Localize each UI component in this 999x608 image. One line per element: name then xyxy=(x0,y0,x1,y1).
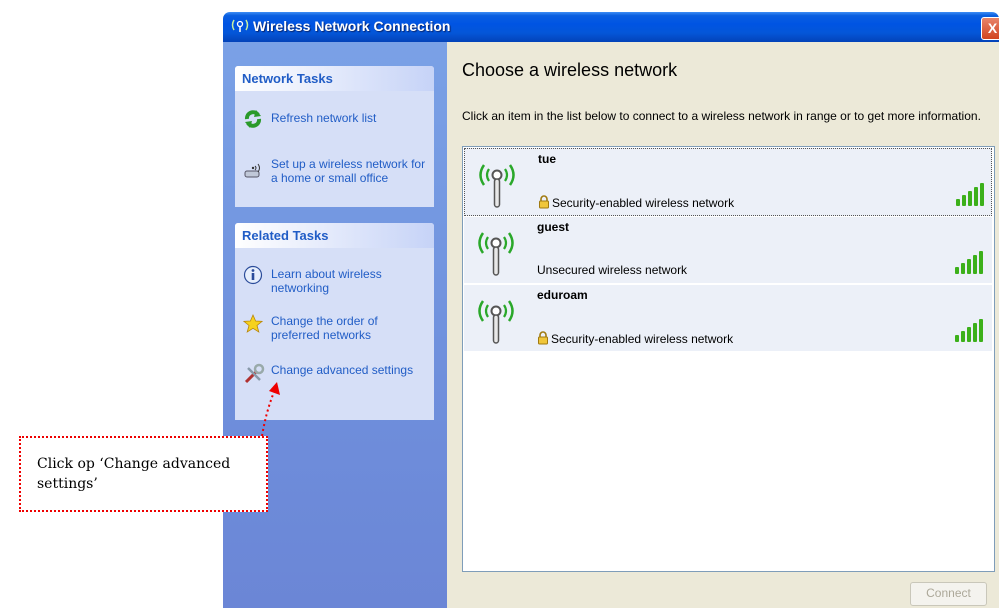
network-name: guest xyxy=(537,220,570,234)
network-status: Security-enabled wireless network xyxy=(538,195,734,210)
network-status-text: Security-enabled wireless network xyxy=(552,196,735,210)
main-content: Choose a wireless network Click an item … xyxy=(447,42,999,608)
related-tasks-panel: Related Tasks Learn about wireless netwo… xyxy=(235,223,434,420)
lock-icon xyxy=(537,331,549,345)
instructions-text: Click an item in the list below to conne… xyxy=(462,109,981,123)
network-name: tue xyxy=(538,152,556,166)
network-status: Security-enabled wireless network xyxy=(537,331,733,346)
info-icon xyxy=(243,265,263,285)
signal-strength-icon xyxy=(955,183,989,207)
refresh-icon xyxy=(243,109,263,129)
connect-button[interactable]: Connect xyxy=(910,582,987,606)
network-row-tue[interactable]: tue Security-enabled wireless network xyxy=(464,148,992,216)
network-row-guest[interactable]: guest Unsecured wireless network xyxy=(464,217,992,283)
task-pane: Network Tasks Refresh network list Set u… xyxy=(223,42,447,608)
network-tasks-panel: Network Tasks Refresh network list Set u… xyxy=(235,66,434,207)
antenna-icon xyxy=(474,223,518,279)
network-status-text: Unsecured wireless network xyxy=(537,263,688,277)
window-title: Wireless Network Connection xyxy=(253,18,451,34)
network-tasks-header[interactable]: Network Tasks xyxy=(235,66,434,91)
annotation-callout: Click op ‘Change advanced settings’ xyxy=(19,436,268,512)
learn-wireless-label: Learn about wireless networking xyxy=(271,267,382,295)
change-advanced-settings-label: Change advanced settings xyxy=(271,363,414,377)
wireless-signal-icon xyxy=(231,17,249,36)
change-order-link[interactable]: Change the order of preferred networks xyxy=(242,313,433,344)
setup-wireless-network-label: Set up a wireless network for a home or … xyxy=(271,157,426,185)
close-button[interactable]: X xyxy=(981,17,999,40)
antenna-icon xyxy=(474,291,518,347)
change-advanced-settings-link[interactable]: Change advanced settings xyxy=(243,363,433,393)
setup-wireless-network-link[interactable]: Set up a wireless network for a home or … xyxy=(243,157,433,187)
learn-wireless-link[interactable]: Learn about wireless networking xyxy=(243,265,433,295)
network-row-eduroam[interactable]: eduroam Security-enabled wireless networ… xyxy=(464,285,992,351)
annotation-text: Click op ‘Change advanced settings’ xyxy=(37,456,231,492)
network-list[interactable]: tue Security-enabled wireless network gu… xyxy=(462,146,995,572)
tools-icon xyxy=(243,363,265,384)
refresh-network-list-link[interactable]: Refresh network list xyxy=(243,109,433,129)
wireless-network-window: Wireless Network Connection X Network Ta… xyxy=(223,12,999,608)
title-bar[interactable]: Wireless Network Connection X xyxy=(223,12,999,42)
related-tasks-header[interactable]: Related Tasks xyxy=(235,223,434,248)
page-title: Choose a wireless network xyxy=(462,60,678,80)
star-icon xyxy=(242,313,264,334)
lock-icon xyxy=(538,195,550,209)
change-order-label: Change the order of preferred networks xyxy=(271,314,378,342)
refresh-network-list-label: Refresh network list xyxy=(271,111,377,125)
network-name: eduroam xyxy=(537,288,588,302)
wireless-setup-icon xyxy=(243,161,263,181)
signal-strength-icon xyxy=(954,319,988,343)
signal-strength-icon xyxy=(954,251,988,275)
antenna-icon xyxy=(475,155,519,211)
network-status: Unsecured wireless network xyxy=(537,263,687,277)
network-status-text: Security-enabled wireless network xyxy=(551,332,734,346)
